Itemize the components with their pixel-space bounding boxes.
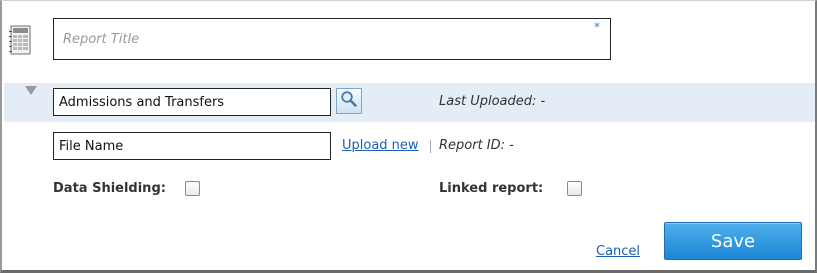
report-search-button[interactable] (336, 88, 362, 114)
cancel-link[interactable]: Cancel (596, 244, 640, 259)
report-title-placeholder: Report Title (63, 31, 140, 47)
linked-report-label: Linked report: (439, 181, 544, 196)
data-shielding-checkbox[interactable] (185, 181, 200, 196)
report-type-value: Admissions and Transfers (59, 94, 225, 110)
data-shielding-label: Data Shielding: (53, 181, 166, 196)
last-uploaded-text: Last Uploaded: - (439, 94, 546, 109)
report-id-text: Report ID: - (439, 138, 514, 153)
report-editor-panel: Report Title * Admissions and Transfers … (0, 0, 817, 273)
report-type-field[interactable]: Admissions and Transfers (53, 88, 331, 116)
triangle-down-icon[interactable] (25, 86, 37, 95)
file-name-field[interactable]: File Name (53, 132, 331, 160)
upload-new-link[interactable]: Upload new (342, 138, 419, 153)
link-divider (430, 140, 431, 153)
save-button-label: Save (710, 230, 756, 252)
report-grid-icon (9, 25, 31, 55)
required-marker: * (594, 20, 600, 34)
magnifier-icon (340, 90, 358, 112)
file-name-value: File Name (59, 138, 124, 154)
report-title-input[interactable]: Report Title (53, 18, 611, 60)
linked-report-checkbox[interactable] (567, 181, 582, 196)
save-button[interactable]: Save (664, 222, 802, 260)
